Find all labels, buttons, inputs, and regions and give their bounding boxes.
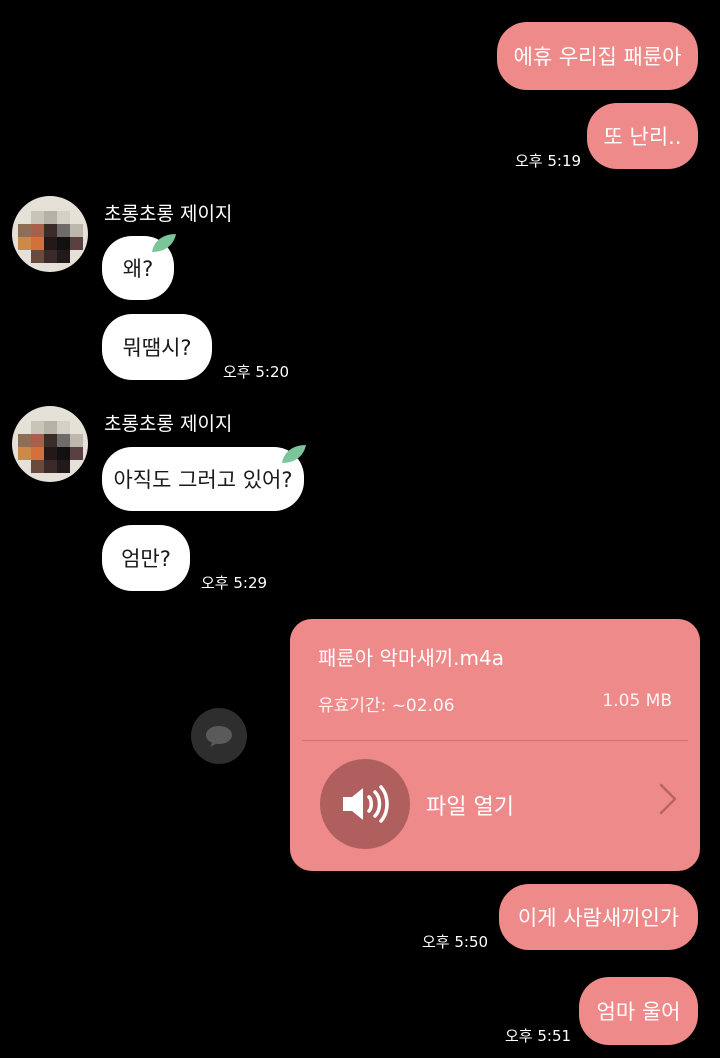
message-timestamp: 오후 5:51: [505, 1027, 572, 1045]
leaf-icon: [282, 445, 306, 463]
file-attachment-card[interactable]: 패륜아 악마새끼.m4a 유효기간: ~02.06 1.05 MB 파일 열기: [290, 619, 700, 871]
file-size: 1.05 MB: [602, 691, 672, 711]
file-name: 패륜아 악마새끼.m4a: [318, 646, 504, 670]
share-speech-bubble-icon: [206, 726, 232, 747]
incoming-message-bubble[interactable]: 엄만?: [102, 525, 190, 591]
outgoing-message-bubble[interactable]: 또 난리..: [587, 103, 698, 169]
open-file-label[interactable]: 파일 열기: [426, 789, 514, 821]
avatar[interactable]: [12, 406, 88, 482]
message-timestamp: 오후 5:19: [515, 152, 582, 170]
speaker-icon: [343, 785, 389, 823]
sender-name: 초롱초롱 제이지: [104, 203, 233, 225]
play-audio-button[interactable]: [320, 759, 410, 849]
divider: [302, 740, 688, 741]
avatar[interactable]: [12, 196, 88, 272]
message-timestamp: 오후 5:50: [422, 933, 489, 951]
outgoing-message-bubble[interactable]: 엄마 울어: [579, 977, 698, 1045]
leaf-icon: [152, 234, 176, 252]
file-expiry: 유효기간: ~02.06: [318, 696, 455, 716]
sender-name: 초롱초롱 제이지: [104, 413, 233, 435]
outgoing-message-bubble[interactable]: 이게 사람새끼인가: [499, 884, 698, 950]
share-button[interactable]: [191, 708, 247, 764]
chat-screen: 에휴 우리집 패륜아 또 난리.. 오후 5:19 초롱초롱 제이지 왜? 뭐땜…: [0, 0, 720, 1058]
incoming-message-bubble[interactable]: 뭐땜시?: [102, 314, 212, 380]
message-timestamp: 오후 5:20: [223, 363, 290, 381]
incoming-message-bubble[interactable]: 아직도 그러고 있어?: [102, 447, 304, 511]
outgoing-message-bubble[interactable]: 에휴 우리집 패륜아: [497, 22, 698, 90]
chevron-right-icon[interactable]: [658, 782, 678, 816]
message-timestamp: 오후 5:29: [201, 574, 268, 592]
